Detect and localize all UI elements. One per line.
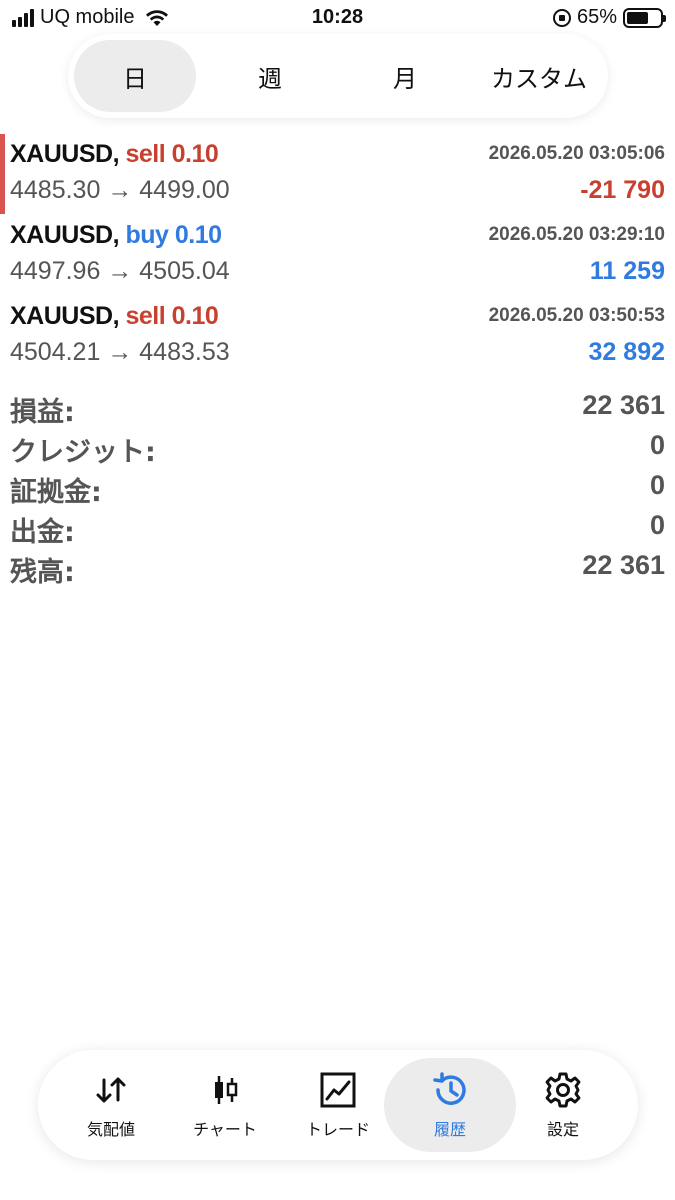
- bottom-nav: 気配値 チャート トレード 履歴 設定: [38, 1050, 638, 1160]
- summary-row-withdrawal: 出金: 0: [0, 506, 675, 548]
- summary-row-margin: 証拠金: 0: [0, 466, 675, 508]
- nav-label: 気配値: [86, 1120, 135, 1139]
- trade-title: XAUUSD, sell 0.10: [10, 140, 219, 169]
- trade-symbol: XAUUSD,: [10, 302, 120, 330]
- trade-time: 2026.05.20 03:50:53: [488, 305, 665, 326]
- trade-direction: buy 0.10: [125, 221, 222, 249]
- nav-label: トレード: [305, 1120, 370, 1139]
- nav-trade[interactable]: トレード: [283, 1058, 393, 1152]
- period-tabbar: 日 週 月 カスタム: [68, 34, 608, 118]
- nav-quotes[interactable]: 気配値: [56, 1058, 166, 1152]
- trade-symbol: XAUUSD,: [10, 221, 120, 249]
- orientation-lock-icon: [552, 8, 571, 27]
- trade-direction: sell 0.10: [125, 302, 219, 330]
- status-right: 65%: [552, 6, 666, 29]
- summary-value: 22 361: [582, 390, 665, 420]
- summary-value: 0: [649, 510, 665, 540]
- trade-time: 2026.05.20 03:05:06: [488, 143, 665, 164]
- gear-icon: [543, 1070, 583, 1110]
- summary-label: 損益:: [10, 397, 75, 428]
- summary-value: 0: [649, 470, 665, 500]
- selected-accent: [0, 134, 5, 214]
- nav-chart[interactable]: チャート: [170, 1058, 280, 1152]
- trade-time: 2026.05.20 03:29:10: [488, 224, 665, 245]
- nav-label: チャート: [193, 1120, 257, 1139]
- nav-history[interactable]: 履歴: [384, 1058, 516, 1152]
- tab-month[interactable]: 月: [344, 40, 466, 112]
- tab-week[interactable]: 週: [209, 40, 331, 112]
- trade-prices: 4485.30 → 4499.00: [10, 176, 230, 204]
- summary-value: 22 361: [582, 550, 665, 580]
- trade-prices: 4504.21 → 4483.53: [10, 338, 230, 366]
- battery-fill: [627, 11, 648, 24]
- summary-label: 出金:: [10, 517, 75, 548]
- summary-label: 残高:: [10, 557, 75, 588]
- trade-prices: 4497.96 → 4505.04: [10, 257, 230, 285]
- trade-title: XAUUSD, sell 0.10: [10, 302, 219, 331]
- battery-icon: [623, 7, 666, 28]
- arrows-updown-icon: [91, 1070, 131, 1110]
- status-bar: UQ mobile 10:28 65%: [0, 0, 675, 36]
- trade-direction: sell 0.10: [125, 140, 219, 168]
- trade-chart-icon: [318, 1070, 358, 1110]
- nav-label: 履歴: [433, 1120, 466, 1139]
- trade-profit: -21 790: [580, 176, 665, 204]
- trade-profit: 11 259: [589, 257, 665, 285]
- summary-value: 0: [649, 430, 665, 460]
- nav-settings[interactable]: 設定: [508, 1058, 618, 1152]
- trade-row[interactable]: XAUUSD, sell 0.10 2026.05.20 03:50:53 45…: [0, 296, 675, 376]
- tab-day[interactable]: 日: [74, 40, 196, 112]
- history-icon: [430, 1070, 470, 1110]
- candlestick-icon: [205, 1070, 245, 1110]
- summary-row-credit: クレジット: 0: [0, 426, 675, 468]
- trade-symbol: XAUUSD,: [10, 140, 120, 168]
- summary-label: 証拠金:: [10, 477, 102, 508]
- summary-row-profit: 損益: 22 361: [0, 386, 675, 428]
- summary-row-balance: 残高: 22 361: [0, 546, 675, 588]
- trade-row[interactable]: XAUUSD, buy 0.10 2026.05.20 03:29:10 449…: [0, 215, 675, 295]
- summary-section: 損益: 22 361 クレジット: 0 証拠金: 0 出金: 0 残高: 22 …: [0, 386, 675, 588]
- trade-row[interactable]: XAUUSD, sell 0.10 2026.05.20 03:05:06 44…: [0, 134, 675, 214]
- trade-profit: 32 892: [588, 338, 665, 366]
- battery-percent: 65%: [576, 6, 617, 28]
- trade-title: XAUUSD, buy 0.10: [10, 221, 222, 250]
- tab-custom[interactable]: カスタム: [478, 40, 600, 112]
- nav-label: 設定: [546, 1120, 579, 1139]
- summary-label: クレジット:: [10, 437, 156, 468]
